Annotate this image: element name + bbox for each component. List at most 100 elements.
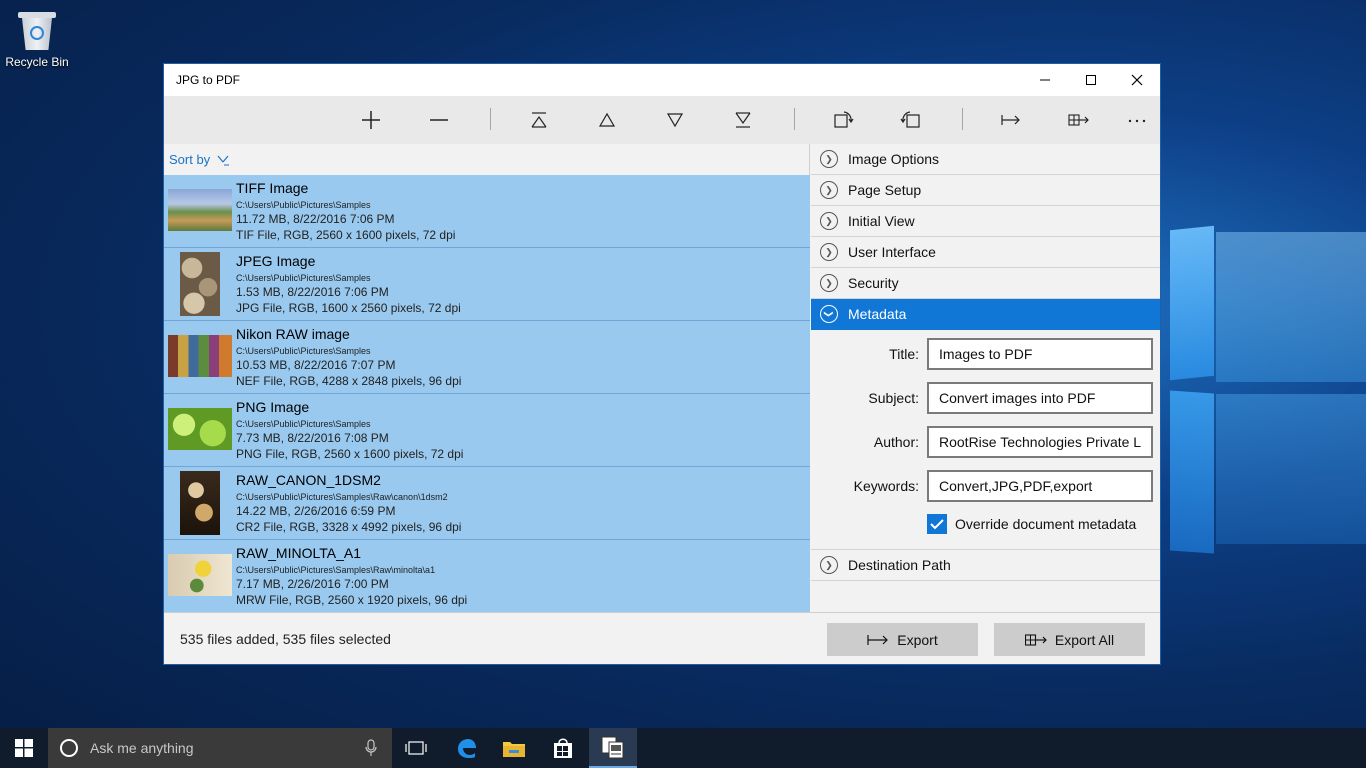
file-info: NEF File, RGB, 4288 x 2848 pixels, 96 dp… (236, 374, 462, 388)
export-all-button[interactable]: Export All (994, 623, 1145, 656)
section-image-options[interactable]: ❯ Image Options (811, 144, 1160, 175)
section-security[interactable]: ❯ Security (811, 268, 1160, 299)
folder-icon (503, 742, 525, 757)
file-name: JPEG Image (236, 253, 316, 269)
toolbar (164, 96, 1160, 144)
edge-browser-button[interactable] (442, 728, 490, 768)
move-up-button[interactable] (587, 104, 627, 136)
file-path: C:\Users\Public\Pictures\Samples (236, 419, 371, 429)
title-row: Title: Images to PDF (811, 338, 1160, 370)
taskbar: Ask me anything (0, 728, 1366, 768)
section-metadata[interactable]: ❯ Metadata (811, 299, 1160, 330)
checkmark-icon (927, 514, 947, 534)
list-item[interactable]: TIFF Image C:\Users\Public\Pictures\Samp… (164, 175, 810, 248)
title-bar: JPG to PDF (164, 64, 1160, 96)
chevron-down-icon: ❯ (820, 305, 838, 323)
move-up-icon (598, 112, 616, 127)
export-all-toolbar-button[interactable] (1059, 104, 1099, 136)
file-name: Nikon RAW image (236, 326, 350, 342)
file-name: TIFF Image (236, 180, 309, 196)
task-view-button[interactable] (392, 728, 440, 768)
remove-button[interactable] (419, 104, 459, 136)
close-icon (1131, 74, 1143, 86)
file-path: C:\Users\Public\Pictures\Samples (236, 346, 371, 356)
jpg-to-pdf-taskbar-button[interactable] (589, 728, 637, 768)
task-view-icon (405, 741, 427, 755)
keywords-field[interactable]: Convert,JPG,PDF,export (927, 470, 1153, 502)
file-size: 1.53 MB, 8/22/2016 7:06 PM (236, 285, 389, 299)
file-explorer-button[interactable] (490, 728, 538, 768)
rotate-left-icon (834, 111, 854, 128)
section-user-interface[interactable]: ❯ User Interface (811, 237, 1160, 268)
add-button[interactable] (351, 104, 391, 136)
move-down-button[interactable] (655, 104, 695, 136)
window-title: JPG to PDF (176, 73, 241, 87)
export-toolbar-button[interactable] (991, 104, 1031, 136)
section-destination-path[interactable]: ❯ Destination Path (811, 550, 1160, 581)
more-button[interactable] (1117, 104, 1157, 136)
subject-field[interactable]: Convert images into PDF (927, 382, 1153, 414)
file-size: 10.53 MB, 8/22/2016 7:07 PM (236, 358, 396, 372)
search-box[interactable]: Ask me anything (48, 728, 392, 768)
toolbar-separator (962, 108, 963, 130)
windows-logo-icon (15, 739, 33, 757)
section-page-setup[interactable]: ❯ Page Setup (811, 175, 1160, 206)
toolbar-separator (490, 108, 491, 130)
subject-row: Subject: Convert images into PDF (811, 382, 1160, 414)
microphone-icon[interactable] (364, 739, 378, 757)
file-info: CR2 File, RGB, 3328 x 4992 pixels, 96 dp… (236, 520, 462, 534)
thumbnail-image (168, 335, 232, 377)
section-label: Page Setup (848, 182, 922, 198)
export-all-icon (1068, 114, 1089, 126)
chevron-right-icon: ❯ (820, 212, 838, 230)
list-item[interactable]: PNG Image C:\Users\Public\Pictures\Sampl… (164, 394, 810, 467)
chevron-right-icon: ❯ (820, 150, 838, 168)
title-field[interactable]: Images to PDF (927, 338, 1153, 370)
sort-by-button[interactable]: Sort by (164, 144, 809, 175)
title-label: Title: (889, 346, 919, 362)
list-item[interactable]: Nikon RAW image C:\Users\Public\Pictures… (164, 321, 810, 394)
section-label: User Interface (848, 244, 936, 260)
start-button[interactable] (0, 728, 48, 768)
keywords-label: Keywords: (853, 478, 919, 494)
maximize-icon (1086, 75, 1096, 85)
list-item[interactable]: RAW_MINOLTA_A1 C:\Users\Public\Pictures\… (164, 540, 810, 613)
rotate-left-button[interactable] (823, 104, 863, 136)
author-field[interactable]: RootRise Technologies Private L (927, 426, 1153, 458)
file-path: C:\Users\Public\Pictures\Samples\Raw\can… (236, 492, 448, 502)
status-bar: 535 files added, 535 files selected Expo… (164, 612, 1160, 664)
store-button[interactable] (539, 728, 587, 768)
recycle-bin-shortcut[interactable]: Recycle Bin (4, 8, 70, 69)
export-all-button-label: Export All (1054, 631, 1115, 648)
file-name: RAW_MINOLTA_A1 (236, 545, 361, 561)
move-bottom-button[interactable] (723, 104, 763, 136)
wallpaper-light (1216, 232, 1366, 382)
export-button[interactable]: Export (827, 623, 978, 656)
options-pane: ❯ Image Options ❯ Page Setup ❯ Initial V… (811, 144, 1160, 612)
file-info: JPG File, RGB, 1600 x 2560 pixels, 72 dp… (236, 301, 461, 315)
thumbnail-image (168, 554, 232, 596)
file-name: PNG Image (236, 399, 310, 415)
file-info: TIF File, RGB, 2560 x 1600 pixels, 72 dp… (236, 228, 456, 242)
remove-icon (430, 119, 448, 121)
override-metadata-checkbox[interactable]: Override document metadata (927, 514, 1136, 534)
rotate-right-button[interactable] (891, 104, 931, 136)
file-size: 11.72 MB, 8/22/2016 7:06 PM (236, 212, 395, 226)
thumbnail-image (180, 471, 220, 535)
minimize-button[interactable] (1022, 64, 1068, 96)
move-top-button[interactable] (519, 104, 559, 136)
app-window: JPG to PDF Sort by TIFF Image C:\Users\P… (163, 63, 1161, 665)
list-item[interactable]: JPEG Image C:\Users\Public\Pictures\Samp… (164, 248, 810, 321)
export-icon (867, 634, 889, 645)
list-item[interactable]: RAW_CANON_1DSM2 C:\Users\Public\Pictures… (164, 467, 810, 540)
file-size: 7.17 MB, 2/26/2016 7:00 PM (236, 577, 389, 591)
close-button[interactable] (1114, 64, 1160, 96)
maximize-button[interactable] (1068, 64, 1114, 96)
move-top-icon (531, 112, 547, 128)
section-initial-view[interactable]: ❯ Initial View (811, 206, 1160, 237)
cortana-icon (60, 739, 78, 757)
search-placeholder: Ask me anything (90, 740, 194, 756)
chevron-right-icon: ❯ (820, 274, 838, 292)
minimize-icon (1040, 79, 1050, 81)
chevron-right-icon: ❯ (820, 556, 838, 574)
